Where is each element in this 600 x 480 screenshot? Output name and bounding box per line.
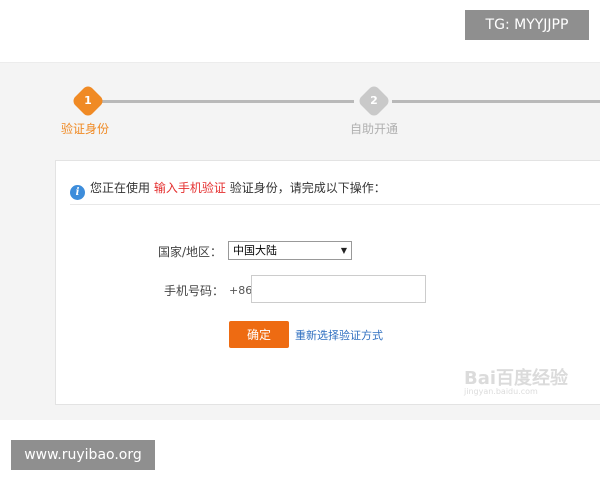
- step-connector-1: [100, 100, 354, 103]
- step-1-marker: 1: [71, 84, 105, 118]
- phone-label: 手机号码：: [164, 284, 225, 298]
- region-select[interactable]: 中国大陆 ▼: [228, 241, 352, 260]
- watermark-url: www.ruyibao.org: [11, 440, 155, 470]
- step-connector-2: [392, 100, 600, 103]
- watermark-tg: TG: MYYJJPP: [465, 10, 589, 40]
- notice-highlight: 输入手机验证: [153, 181, 226, 195]
- phone-input[interactable]: [251, 275, 426, 303]
- confirm-button[interactable]: 确定: [229, 321, 289, 348]
- notice-suffix: 验证身份，请完成以下操作：: [229, 181, 386, 195]
- info-icon: i: [70, 185, 85, 200]
- baidu-watermark-url: jingyan.baidu.com: [464, 387, 538, 396]
- step-2-label: 自助开通: [350, 122, 399, 136]
- verification-panel: i 您正在使用 输入手机验证 验证身份，请完成以下操作： 国家/地区： 中国大陆 …: [55, 160, 600, 405]
- notice-line: i 您正在使用 输入手机验证 验证身份，请完成以下操作：: [70, 179, 386, 200]
- reselect-method-link[interactable]: 重新选择验证方式: [295, 327, 383, 343]
- step-1-number: 1: [84, 94, 92, 107]
- divider: [70, 204, 600, 205]
- notice-prefix: 您正在使用: [90, 181, 151, 195]
- chevron-down-icon: ▼: [340, 246, 347, 255]
- baidu-watermark: Bai百度经验 jingyan.baidu.com: [464, 356, 594, 401]
- step-2-number: 2: [370, 94, 378, 107]
- phone-country-code: +86: [229, 284, 253, 297]
- step-2-marker: 2: [357, 84, 391, 118]
- step-1-label: 验证身份: [61, 122, 110, 136]
- region-select-value: 中国大陆: [233, 244, 277, 257]
- region-label: 国家/地区：: [158, 245, 223, 259]
